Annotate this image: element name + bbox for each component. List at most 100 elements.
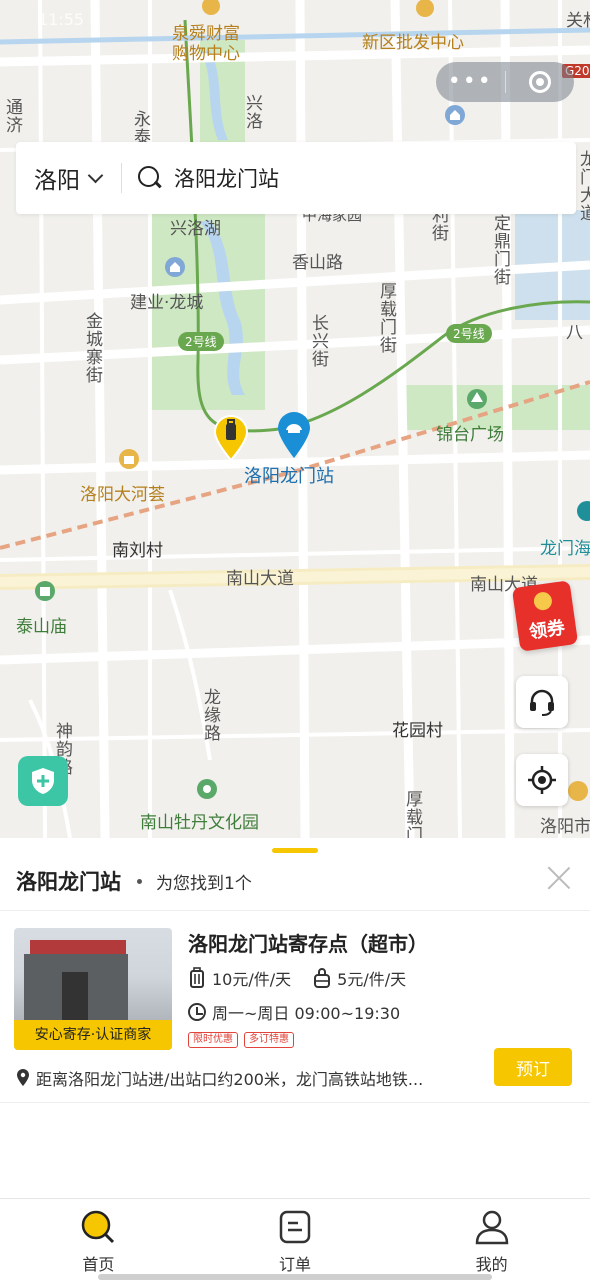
- tab-home[interactable]: 首页: [0, 1199, 197, 1280]
- map-label-dahehui: 洛阳大河荟: [80, 485, 165, 505]
- map-label-jincheng: 金城寨街: [82, 312, 102, 384]
- target-icon: [528, 71, 551, 93]
- status-bar: 11:55: [0, 0, 590, 40]
- map-label-taishan: 泰山庙: [16, 617, 67, 637]
- tab-profile-label: 我的: [475, 1255, 508, 1274]
- map-label-station: 洛阳龙门站: [244, 466, 334, 487]
- insurance-button[interactable]: [18, 756, 68, 806]
- search-input[interactable]: 洛阳龙门站: [138, 142, 576, 214]
- poi-shop-icon-4: [568, 781, 588, 801]
- map-label-ba: 八: [566, 323, 583, 343]
- status-time: 11:55: [38, 10, 85, 29]
- metro-badge-b: 2号线: [446, 324, 492, 343]
- map-view[interactable]: 泉舜财富 购物中心 新区批发中心 关林 通济 永泰 兴洛 龙门大道 兴洛湖 中海…: [0, 0, 590, 838]
- chevron-down-icon: [87, 167, 104, 183]
- metro-badge-a: 2号线: [178, 332, 224, 351]
- map-label-longyuan: 龙缘路: [200, 688, 220, 742]
- headset-icon: [530, 689, 554, 716]
- tab-orders-label: 订单: [279, 1255, 312, 1274]
- hours-text: 周一~周日 09:00~19:30: [212, 1004, 401, 1023]
- poi-camera-icon: [197, 779, 217, 799]
- close-icon[interactable]: [546, 864, 572, 890]
- mini-program-capsule: •••: [436, 62, 574, 102]
- map-label-yong: 永泰: [130, 110, 150, 146]
- map-label-jintai: 锦台广场: [436, 425, 504, 445]
- coupon-button[interactable]: 领券: [511, 580, 579, 652]
- poi-home-icon: [165, 257, 185, 277]
- price-row: 10元/件/天 5元/件/天: [188, 966, 406, 990]
- result-count: 为您找到1个: [156, 873, 252, 894]
- sheet-header: 洛阳龙门站 为您找到1个: [16, 866, 252, 896]
- coupon-seal-icon: [532, 590, 554, 612]
- poi-teal-icon: [577, 501, 590, 521]
- certified-badge: 安心寄存·认证商家: [14, 1020, 172, 1050]
- tab-bar: 首页 订单 我的: [0, 1198, 590, 1280]
- map-label-changxing: 长兴街: [308, 314, 328, 368]
- small-bag-icon: [314, 968, 331, 988]
- more-menu-button[interactable]: •••: [436, 62, 505, 102]
- coupon-label: 领券: [527, 617, 567, 644]
- search-query: 洛阳龙门站: [174, 167, 279, 191]
- map-label-nanliu: 南刘村: [112, 541, 163, 561]
- close-miniprogram-button[interactable]: [506, 71, 575, 93]
- station-pin-icon[interactable]: [276, 410, 312, 460]
- map-label-xingluo-lake: 兴洛湖: [170, 219, 221, 239]
- poi-tree-icon: [467, 389, 487, 409]
- map-label-peony: 南山牡丹文化园: [140, 813, 259, 833]
- map-label-longmen-road: 龙门大道: [576, 150, 590, 222]
- customer-service-button[interactable]: [516, 676, 568, 728]
- crosshair-icon: [528, 766, 556, 794]
- map-label-xingluo-top: 兴洛: [242, 94, 262, 130]
- map-label-longmen-hai: 龙门海: [540, 539, 590, 559]
- promo-tags: 限时优惠 多订特惠: [188, 1032, 300, 1048]
- shield-icon: [32, 768, 54, 794]
- store-photo: 安心寄存·认证商家: [14, 928, 172, 1050]
- luggage-pin-icon[interactable]: [212, 414, 250, 462]
- map-label-dingding: 定鼎门街: [490, 214, 510, 286]
- sheet-title: 洛阳龙门站: [16, 870, 121, 894]
- tab-orders[interactable]: 订单: [197, 1199, 394, 1280]
- map-label-nanshan-road: 南山大道: [226, 569, 294, 589]
- search-bar: 洛阳 洛阳龙门站: [16, 142, 576, 214]
- poi-shop-icon: [119, 449, 139, 469]
- poi-temple-icon: [35, 581, 55, 601]
- results-sheet: 洛阳龙门站 为您找到1个 安心寄存·认证商家 洛阳龙门站寄存点（超市） 10元/…: [0, 838, 590, 1198]
- location-pin-icon: [17, 1069, 29, 1086]
- price-small: 5元/件/天: [337, 970, 407, 989]
- sheet-drag-handle[interactable]: [272, 848, 318, 853]
- photo-door: [62, 972, 88, 1022]
- search-divider: [121, 163, 122, 193]
- store-name: 洛阳龙门站寄存点（超市）: [188, 932, 428, 956]
- order-icon: [279, 1210, 311, 1244]
- city-selector[interactable]: 洛阳: [16, 161, 104, 195]
- photo-sign: [30, 940, 126, 954]
- map-label-xiangshan-road: 香山路: [292, 253, 343, 273]
- sheet-dot: [137, 878, 142, 884]
- book-button[interactable]: 预订: [494, 1048, 572, 1086]
- home-indicator: [98, 1274, 492, 1280]
- clock-icon: [188, 1003, 206, 1021]
- map-label-huayuan: 花园村: [392, 721, 443, 741]
- card-divider: [0, 1102, 590, 1103]
- poi-home-icon-2: [445, 105, 465, 125]
- map-label-luoyang-shi: 洛阳市: [540, 817, 590, 837]
- opening-hours: 周一~周日 09:00~19:30: [188, 1000, 400, 1024]
- locate-button[interactable]: [516, 754, 568, 806]
- search-icon: [82, 1210, 115, 1244]
- map-label-tongji: 通济: [2, 98, 22, 134]
- tab-home-label: 首页: [82, 1255, 115, 1274]
- price-large: 10元/件/天: [212, 970, 292, 989]
- tab-profile[interactable]: 我的: [393, 1199, 590, 1280]
- store-address: 距离洛阳龙门站进/出站口约200米，龙门高铁站地铁...: [16, 1066, 476, 1090]
- address-text: 距离洛阳龙门站进/出站口约200米，龙门高铁站地铁...: [36, 1070, 424, 1089]
- promo-tag: 限时优惠: [188, 1032, 238, 1048]
- map-label-houzai-2: 厚载门: [402, 790, 422, 838]
- map-label-jianye: 建业·龙城: [130, 293, 204, 313]
- city-name: 洛阳: [34, 168, 80, 194]
- map-label-houzai: 厚载门街: [376, 282, 396, 354]
- profile-icon: [475, 1210, 508, 1245]
- storage-result-card[interactable]: 安心寄存·认证商家 洛阳龙门站寄存点（超市） 10元/件/天 5元/件/天 周一…: [0, 910, 590, 1100]
- large-luggage-icon: [190, 967, 204, 988]
- promo-tag: 多订特惠: [244, 1032, 294, 1048]
- search-icon: [138, 166, 162, 190]
